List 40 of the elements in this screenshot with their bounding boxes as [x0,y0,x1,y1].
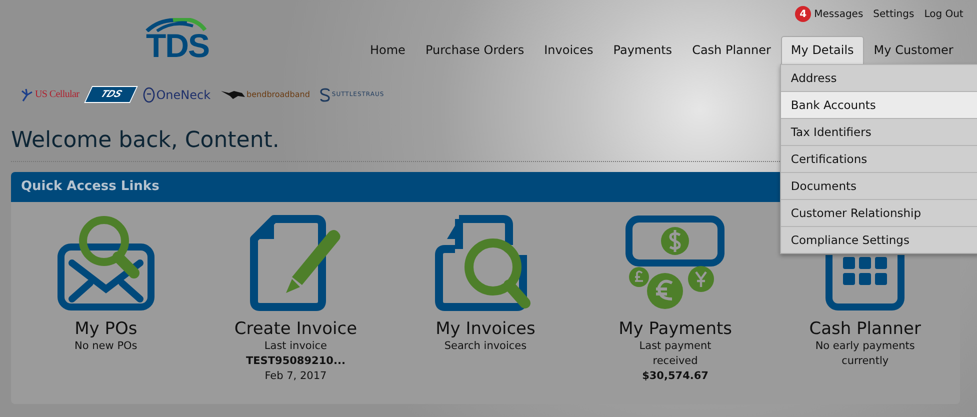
card-title[interactable]: My POs [74,319,138,339]
calculator-icon [825,255,906,311]
card-detail: $30,574.67 [641,369,710,384]
nav-tab[interactable]: Invoices [534,36,604,64]
envelope-magnifier-icon [56,215,156,311]
card-detail: No early payments currently [814,339,916,369]
menu-item[interactable]: Certifications [780,145,977,172]
card-detail: Last payment received [638,339,712,369]
money-coins-icon [625,215,726,311]
logo-text: TDS [146,32,209,60]
card-title[interactable]: My Payments [618,319,732,339]
card-detail: Feb 7, 2017 [264,369,328,384]
menu-item[interactable]: Customer Relationship [780,199,977,226]
card-detail: Last invoice [263,339,328,354]
partner-logo-text: OneNeck [156,88,211,102]
message-count-badge: 4 [795,6,812,22]
menu-item[interactable]: Documents [780,172,977,199]
bird-icon [220,88,246,100]
header-link[interactable]: Log Out [924,8,964,20]
nav-tab[interactable]: My Details [780,36,864,64]
header-link[interactable]: Settings [873,8,914,20]
arc-logo-icon [143,18,207,32]
menu-item[interactable]: Tax Identifiers [780,118,977,145]
nav-tab[interactable]: Payments [603,36,682,64]
card-title[interactable]: Cash Planner [809,319,921,339]
partner-logo-text: bendbroadband [246,90,310,99]
partner-logo-text: TDS [84,86,138,103]
card-title[interactable]: Create Invoice [234,319,358,339]
card-detail: No new POs [74,339,138,354]
card-title[interactable]: My Invoices [436,319,536,339]
card-detail: Search invoices [444,339,527,354]
nav-tab[interactable]: Purchase Orders [415,36,534,64]
card-detail: TEST95089210... [246,354,346,369]
header-link[interactable]: Messages [814,8,864,20]
menu-item[interactable]: Bank Accounts [780,91,977,118]
nav-tab[interactable]: My Customer [864,36,964,64]
nav-tab[interactable]: Cash Planner [682,36,781,64]
partner-logo-text: US Cellular [35,89,80,100]
menu-item[interactable]: Compliance Settings [780,226,977,253]
nav-tab[interactable]: Home [360,36,416,64]
